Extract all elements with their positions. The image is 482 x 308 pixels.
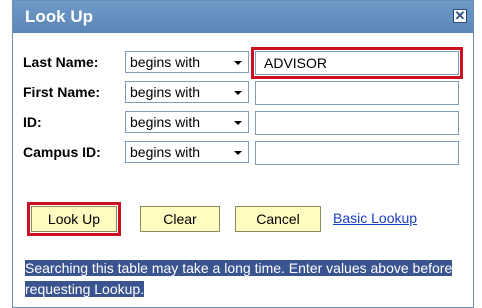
- first-name-operator-select[interactable]: begins with: [125, 81, 249, 103]
- dialog-titlebar: Look Up ✕: [13, 1, 473, 33]
- chevron-down-icon[interactable]: [230, 54, 246, 70]
- first-name-operator-value: begins with: [130, 84, 201, 100]
- id-label: ID:: [23, 114, 42, 130]
- campus-id-operator-select[interactable]: begins with: [125, 141, 249, 163]
- id-operator-value: begins with: [130, 114, 201, 130]
- cancel-button[interactable]: Cancel: [235, 206, 321, 232]
- chevron-down-icon[interactable]: [230, 84, 246, 100]
- search-row-last-name: Last Name: begins with ADVISOR: [13, 47, 473, 79]
- campus-id-input[interactable]: [255, 141, 459, 165]
- search-row-campus-id: Campus ID: begins with: [13, 140, 473, 166]
- dialog-title: Look Up: [25, 7, 93, 26]
- last-name-operator-select[interactable]: begins with: [125, 51, 249, 73]
- look-up-button[interactable]: Look Up: [27, 202, 121, 236]
- clear-button[interactable]: Clear: [140, 206, 220, 232]
- last-name-input[interactable]: ADVISOR: [251, 47, 463, 79]
- chevron-down-icon[interactable]: [230, 114, 246, 130]
- id-input[interactable]: [255, 111, 459, 135]
- search-row-first-name: First Name: begins with: [13, 80, 473, 106]
- search-warning-text: Searching this table may take a long tim…: [25, 260, 453, 297]
- first-name-input[interactable]: [255, 81, 459, 105]
- close-icon[interactable]: ✕: [453, 9, 467, 23]
- last-name-label: Last Name:: [23, 54, 99, 70]
- last-name-operator-value: begins with: [130, 54, 201, 70]
- chevron-down-icon[interactable]: [230, 144, 246, 160]
- campus-id-operator-value: begins with: [130, 144, 201, 160]
- search-warning-message: Searching this table may take a long tim…: [25, 258, 463, 300]
- lookup-dialog: Look Up ✕ Last Name: begins with ADVISOR…: [12, 0, 474, 308]
- id-operator-select[interactable]: begins with: [125, 111, 249, 133]
- campus-id-label: Campus ID:: [23, 144, 101, 160]
- last-name-input-value: ADVISOR: [264, 55, 328, 71]
- basic-lookup-link[interactable]: Basic Lookup: [333, 210, 417, 226]
- search-row-id: ID: begins with: [13, 110, 473, 136]
- first-name-label: First Name:: [23, 84, 101, 100]
